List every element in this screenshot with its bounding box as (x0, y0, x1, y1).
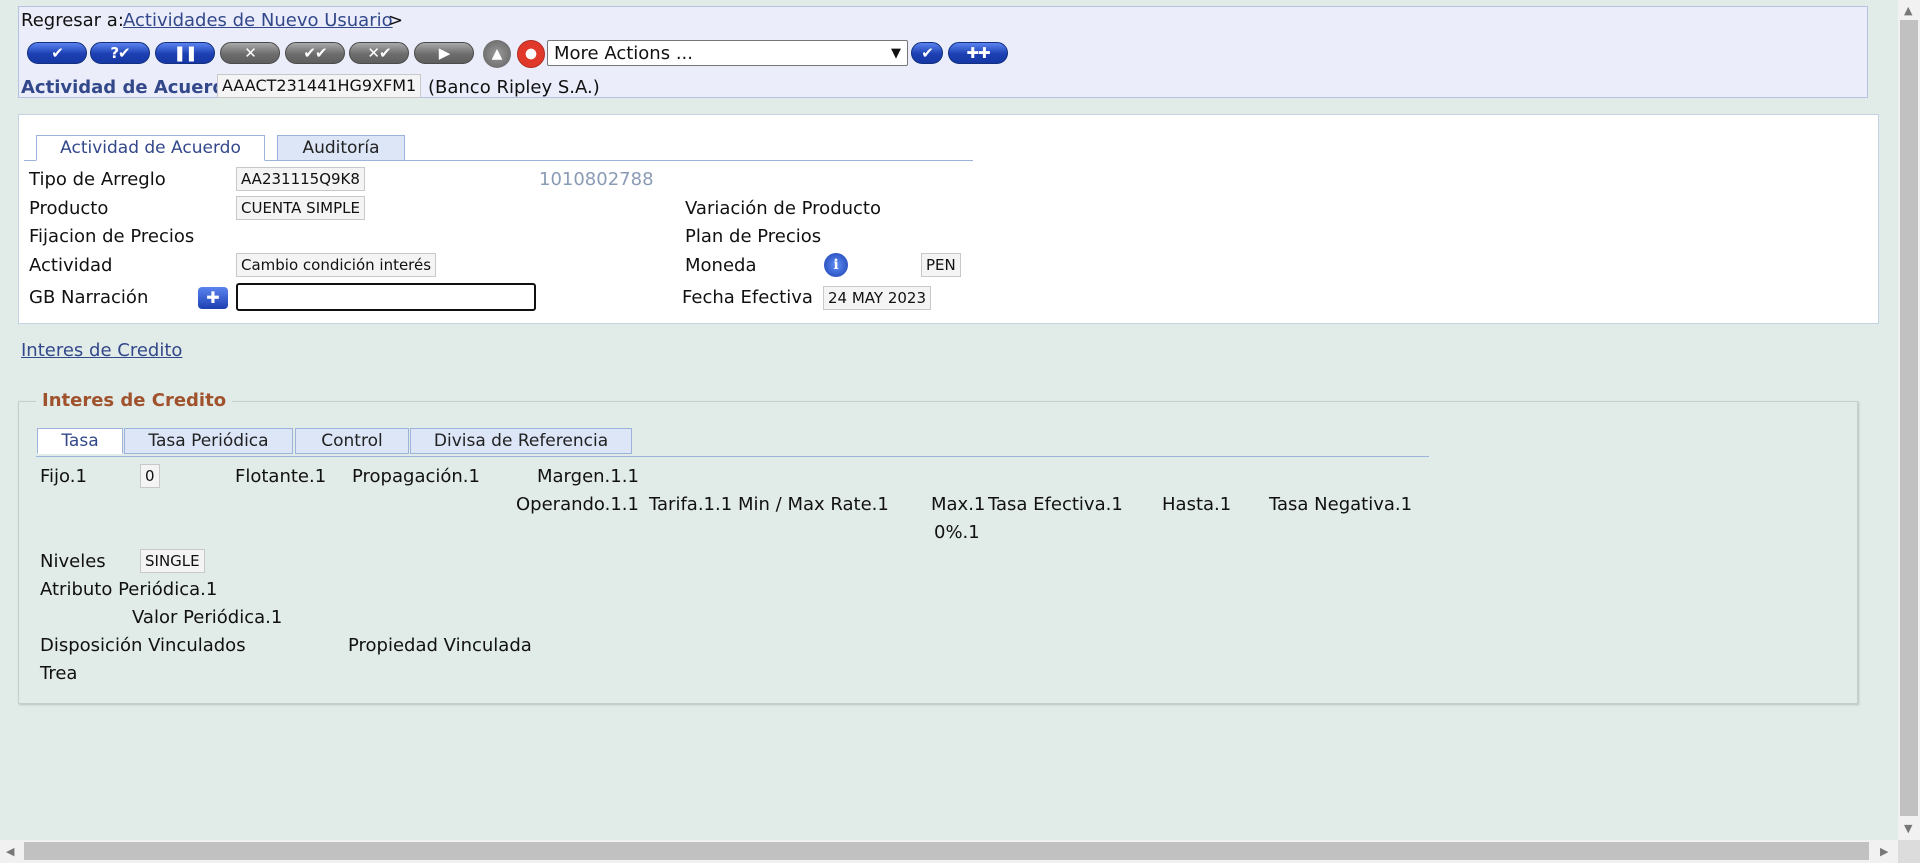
commit-button[interactable]: ✔ (27, 42, 87, 64)
operando-label: Operando.1.1 (516, 494, 639, 515)
go-button[interactable]: ✔ (911, 42, 943, 64)
upload-button[interactable]: ▲ (483, 40, 511, 68)
tab-auditoria[interactable]: Auditoría (277, 135, 405, 161)
back-link[interactable]: Actividades de Nuevo Usuario (123, 10, 393, 31)
moneda-value: PEN (921, 253, 961, 277)
more-actions-select[interactable]: More Actions ... ▼ (547, 40, 908, 66)
scroll-up-icon[interactable]: ▲ (1904, 4, 1912, 17)
validate-button[interactable]: ?✔ (90, 42, 150, 64)
tipo-arreglo-label: Tipo de Arreglo (29, 169, 166, 190)
producto-label: Producto (29, 198, 109, 219)
question-check-icon: ?✔ (110, 44, 130, 62)
tab-actividad-de-acuerdo[interactable]: Actividad de Acuerdo (36, 135, 265, 161)
plus-icon: ✚ (206, 288, 220, 307)
scroll-right-icon[interactable]: ▶ (1880, 845, 1888, 858)
breadcrumb-separator: > (388, 10, 404, 31)
horizontal-scroll-thumb[interactable] (24, 842, 1869, 860)
help-button[interactable] (517, 40, 545, 68)
max-label: Max.1 (931, 494, 986, 515)
fieldset-legend: Interes de Credito (36, 390, 233, 411)
tab-divisa-referencia[interactable]: Divisa de Referencia (410, 428, 632, 454)
record-name: (Banco Ripley S.A.) (428, 77, 600, 98)
tab-control[interactable]: Control (295, 428, 409, 454)
back-label: Regresar a: (21, 10, 124, 31)
arrow-up-icon: ▲ (491, 46, 503, 62)
pause-icon: ❚❚ (173, 44, 197, 62)
moneda-label: Moneda (685, 255, 757, 276)
tipo-arreglo-value: AA231115Q9K8 (236, 167, 365, 191)
check-icon: ✔ (921, 44, 934, 62)
propagacion-label: Propagación.1 (352, 466, 480, 487)
variacion-label: Variación de Producto (685, 198, 881, 219)
scrollbar-corner (1898, 840, 1920, 863)
plan-label: Plan de Precios (685, 226, 822, 247)
interes-credito-fieldset (18, 401, 1858, 704)
valor-periodica-label: Valor Periódica.1 (132, 607, 283, 628)
actividad-label: Actividad (29, 255, 113, 276)
cross-icon: ✕ (244, 44, 257, 62)
record-label: Actividad de Acuerdo (21, 77, 238, 98)
producto-value: CUENTA SIMPLE (236, 196, 365, 220)
plus-plus-icon: ✚✚ (966, 44, 990, 62)
atributo-periodica-label: Atributo Periódica.1 (40, 579, 218, 600)
reverse-button[interactable]: ✕✔ (349, 42, 409, 64)
new-deal-button[interactable]: ✚✚ (948, 42, 1008, 64)
fijo-label: Fijo.1 (40, 466, 87, 487)
gb-narracion-label: GB Narración (29, 287, 149, 308)
niveles-label: Niveles (40, 551, 106, 572)
next-button[interactable]: ▶ (414, 42, 474, 64)
tab-tasa[interactable]: Tasa (37, 428, 123, 454)
margen-label: Margen.1.1 (537, 466, 639, 487)
chevron-down-icon: ▼ (891, 45, 901, 61)
delete-button[interactable]: ✕ (220, 42, 280, 64)
propiedad-vinculada-label: Propiedad Vinculada (348, 635, 532, 656)
fijacion-label: Fijacion de Precios (29, 226, 195, 247)
authorise-button[interactable]: ✔✔ (285, 42, 345, 64)
pct-label: 0%.1 (934, 522, 980, 543)
interes-credito-link[interactable]: Interes de Credito (21, 340, 182, 361)
scroll-down-icon[interactable]: ▼ (1904, 822, 1912, 835)
double-check-icon: ✔✔ (303, 44, 327, 62)
fecha-efectiva-label: Fecha Efectiva (682, 287, 813, 308)
fecha-efectiva-value: 24 MAY 2023 (823, 286, 931, 310)
gb-narracion-input[interactable] (236, 283, 536, 311)
info-icon[interactable]: i (824, 253, 848, 277)
tab-tasa-periodica[interactable]: Tasa Periódica (124, 428, 293, 454)
record-id: AAACT231441HG9XFM1 (217, 74, 422, 98)
hasta-label: Hasta.1 (1162, 494, 1232, 515)
customer-number: 1010802788 (539, 169, 654, 190)
more-actions-value: More Actions ... (554, 42, 693, 64)
niveles-value: SINGLE (140, 549, 205, 573)
subtab-rule (36, 456, 1429, 457)
add-narration-button[interactable]: ✚ (198, 287, 228, 309)
min-max-rate-label: Min / Max Rate.1 (738, 494, 889, 515)
flotante-label: Flotante.1 (235, 466, 327, 487)
actividad-value: Cambio condición interés (236, 253, 437, 277)
disposicion-vinculados-label: Disposición Vinculados (40, 635, 246, 656)
trea-label: Trea (40, 663, 78, 684)
tasa-negativa-label: Tasa Negativa.1 (1269, 494, 1413, 515)
hold-button[interactable]: ❚❚ (155, 42, 215, 64)
play-icon: ▶ (438, 44, 451, 62)
scroll-left-icon[interactable]: ◀ (6, 845, 14, 858)
check-icon: ✔ (51, 44, 64, 62)
fijo-value: 0 (140, 464, 160, 488)
tarifa-label: Tarifa.1.1 (649, 494, 733, 515)
tasa-efectiva-label: Tasa Efectiva.1 (988, 494, 1123, 515)
cross-check-icon: ✕✔ (367, 44, 391, 62)
vertical-scroll-thumb[interactable] (1900, 20, 1918, 816)
